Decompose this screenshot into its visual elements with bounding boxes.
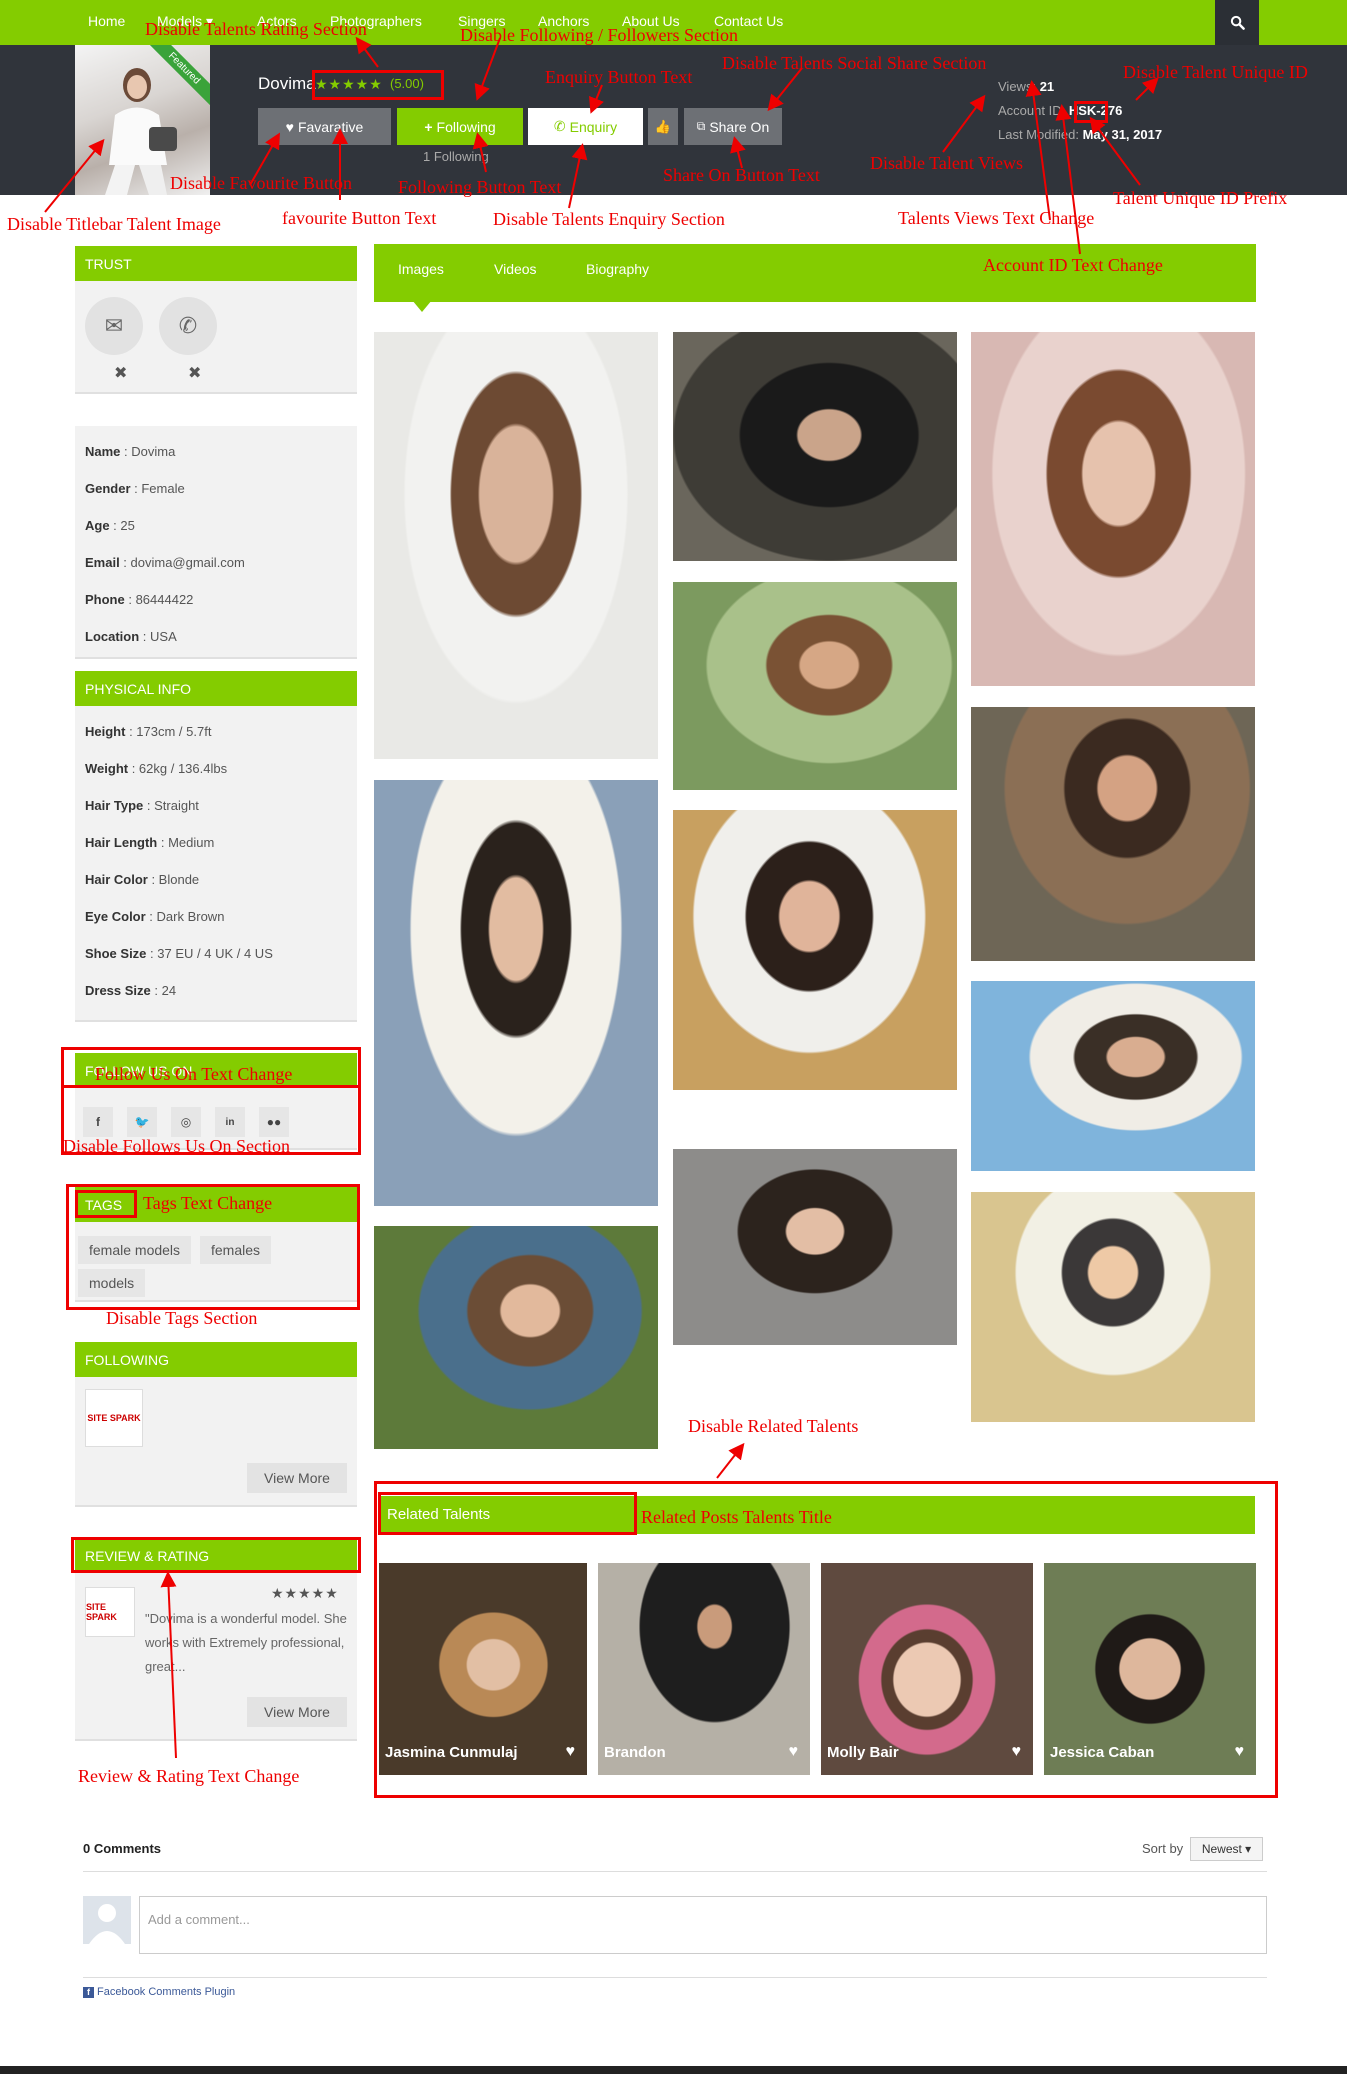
annotation-label: Following Button Text xyxy=(398,177,562,197)
facebook-plugin-label: Facebook Comments Plugin xyxy=(97,1986,236,1998)
annotation-label: Disable Talent Views xyxy=(870,153,1023,173)
annotation-label: Enquiry Button Text xyxy=(545,67,693,87)
annotation-label: Disable Follows Us On Section xyxy=(63,1136,290,1156)
annotation-label: Disable Following / Followers Section xyxy=(460,25,738,45)
annotation-arrows xyxy=(44,36,1159,1759)
annotation-label: Disable Titlebar Talent Image xyxy=(7,214,221,234)
divider xyxy=(83,1871,1267,1872)
annotation-label: Disable Related Talents xyxy=(688,1416,859,1436)
annotation-label: Disable Talents Enquiry Section xyxy=(493,209,725,229)
user-silhouette-icon xyxy=(89,1904,125,1944)
sort-by-label: Sort by xyxy=(1142,1841,1184,1856)
annotation-label: Disable Favourite Button xyxy=(170,173,352,193)
annotation-label: Disable Talents Social Share Section xyxy=(722,53,987,73)
page-bottom-bar xyxy=(0,2066,1347,2074)
comments-count: 0 Comments xyxy=(83,1841,162,1856)
annotation-label: Tags Text Change xyxy=(143,1193,273,1213)
facebook-icon: f xyxy=(83,1987,94,1998)
avatar xyxy=(83,1896,131,1944)
comment-input[interactable]: Add a comment... xyxy=(139,1896,1267,1954)
divider xyxy=(83,1977,1267,1978)
annotation-label: Talents Views Text Change xyxy=(898,208,1095,228)
sort-by-select[interactable]: Newest ▾ xyxy=(1190,1837,1263,1861)
annotation-label: Share On Button Text xyxy=(663,165,820,185)
annotation-label: Disable Talents Rating Section xyxy=(145,19,367,39)
annotation-label: Review & Rating Text Change xyxy=(78,1766,300,1786)
annotation-label: favourite Button Text xyxy=(282,208,437,228)
annotation-label: Talent Unique ID Prefix xyxy=(1113,188,1288,208)
facebook-comments-plugin[interactable]: f Facebook Comments Plugin xyxy=(83,1986,235,1998)
annotation-label: Disable Tags Section xyxy=(106,1308,258,1328)
annotation-label: Disable Talent Unique ID xyxy=(1123,62,1308,82)
annotation-label: Related Posts Talents Title xyxy=(641,1507,832,1527)
annotation-label: Account ID Text Change xyxy=(983,255,1163,275)
annotation-label: Follow Us On Text Change xyxy=(95,1064,293,1084)
